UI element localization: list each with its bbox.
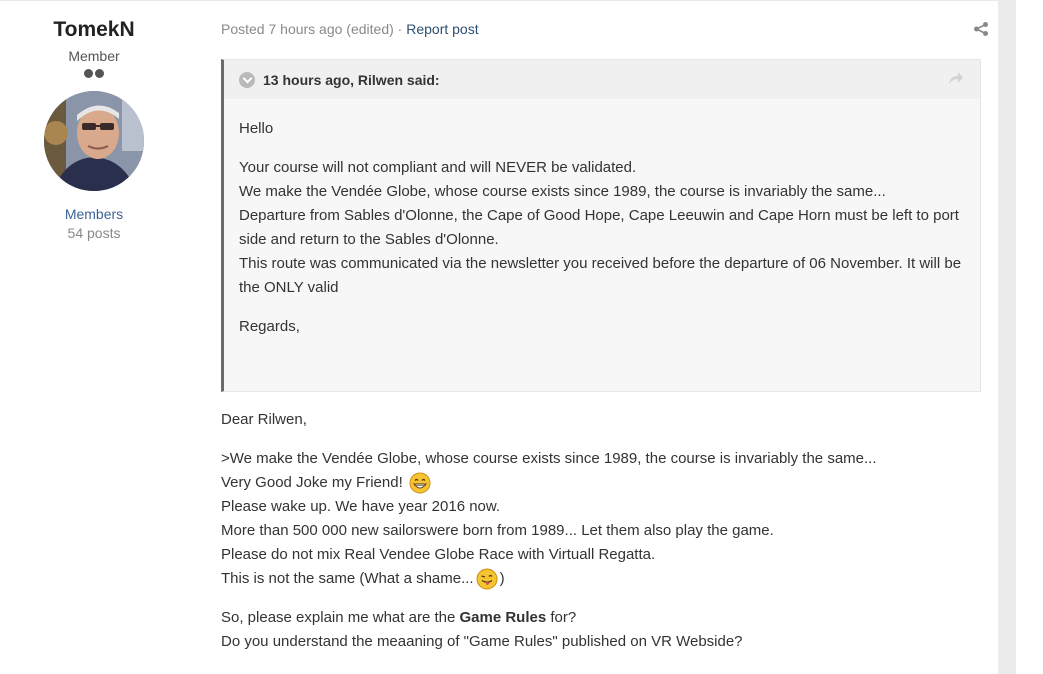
pip-icon [95, 69, 104, 78]
pip-icon [84, 69, 93, 78]
author-title: Member [68, 48, 120, 64]
quote-body: Hello Your course will not compliant and… [224, 99, 980, 339]
quote-paragraph: Regards, [239, 318, 300, 335]
page-margin [1016, 0, 1043, 674]
quote-citation: 13 hours ago, Rilwen said: [263, 72, 440, 88]
grin-emoji-icon [409, 472, 431, 494]
chevron-down-icon[interactable] [239, 72, 255, 88]
forum-post: TomekN Member Members 54 posts Posted 7 … [0, 0, 998, 674]
reply-line: More than 500 000 new sailorswere born f… [221, 522, 774, 539]
reply-greeting: Dear Rilwen, [221, 411, 307, 428]
reply-paragraph: So, please explain me what are the Game … [221, 606, 981, 654]
post-meta: Posted 7 hours ago (edited) · Report pos… [221, 20, 479, 38]
reply-line: >We make the Vendée Globe, whose course … [221, 450, 877, 467]
bold-term: Game Rules [459, 609, 547, 626]
avatar[interactable] [44, 91, 144, 191]
reply-line: ) [499, 570, 505, 587]
quote-line: Departure from Sables d'Olonne, the Cape… [239, 207, 959, 248]
quote-line: This route was communicated via the news… [239, 255, 962, 296]
reply-line: Please wake up. We have year 2016 now. [221, 498, 501, 515]
post-content: Dear Rilwen, >We make the Vendée Globe, … [221, 408, 981, 669]
report-post-link[interactable]: Report post [406, 21, 478, 37]
reply-line: Do you understand the meaaning of "Game … [221, 633, 743, 650]
author-name[interactable]: TomekN [14, 16, 174, 44]
author-group[interactable]: Members [14, 205, 174, 223]
divider [0, 0, 998, 1]
author-post-count: 54 posts [67, 225, 121, 241]
post-date[interactable]: Posted 7 hours ago (edited) [221, 21, 394, 37]
reply-line: for? [546, 609, 577, 626]
reply-line: Very Good Joke my Friend! [221, 474, 403, 491]
reply-line: So, please explain me what are the [221, 609, 460, 626]
quote-line: We make the Vendée Globe, whose course e… [239, 183, 886, 200]
quote-line: Your course will not compliant and will … [239, 159, 637, 176]
share-icon[interactable] [973, 21, 989, 37]
quote-header: 13 hours ago, Rilwen said: [224, 60, 980, 99]
scrollbar-track[interactable] [998, 0, 1016, 674]
share-arrow-icon[interactable] [948, 71, 964, 85]
reply-line: Please do not mix Real Vendee Globe Race… [221, 546, 656, 563]
reply-line: This is not the same (What a shame... [221, 570, 474, 587]
tongue-emoji-icon [476, 568, 498, 590]
reply-paragraph: >We make the Vendée Globe, whose course … [221, 447, 981, 591]
reputation-pips [14, 69, 174, 81]
quote-block: 13 hours ago, Rilwen said: Hello Your co… [221, 59, 981, 392]
quote-paragraph: Your course will not compliant and will … [239, 156, 965, 300]
quote-paragraph: Hello [239, 120, 274, 137]
meta-separator: · [393, 21, 407, 37]
author-panel: TomekN Member Members 54 posts [14, 16, 174, 242]
